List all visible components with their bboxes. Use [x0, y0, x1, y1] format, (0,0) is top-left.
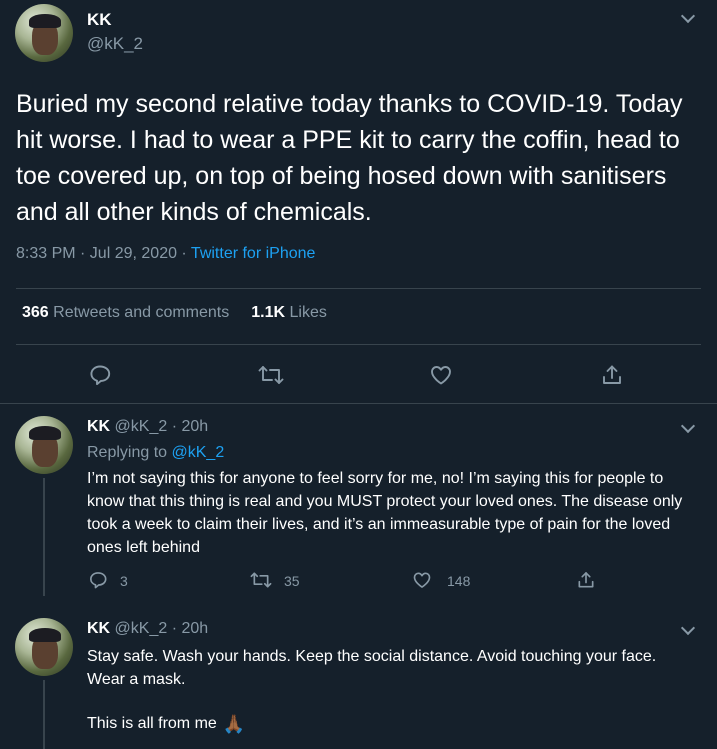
heart-icon[interactable] [429, 363, 453, 387]
likes-label: Likes [289, 304, 327, 321]
reply-count: 3 [120, 573, 128, 589]
reply-actions: 3 35 148 [0, 570, 717, 594]
chevron-down-icon[interactable] [680, 8, 696, 24]
handle-time[interactable]: @kK_2 · 20h [110, 418, 209, 435]
author-name[interactable]: KK [87, 620, 110, 637]
heart-icon[interactable] [412, 570, 432, 590]
reply-tweet[interactable]: KK @kK_2 · 20h Stay safe. Wash your hand… [0, 604, 717, 749]
divider [16, 288, 701, 289]
retweets-count: 366 [22, 304, 49, 321]
reply-icon[interactable] [88, 570, 108, 590]
avatar[interactable] [15, 416, 73, 474]
avatar[interactable] [15, 618, 73, 676]
tweet-source-link[interactable]: Twitter for iPhone [191, 245, 316, 262]
author-handle[interactable]: @kK_2 [87, 34, 143, 54]
reply-text: Stay safe. Wash your hands. Keep the soc… [87, 648, 657, 688]
reply-tweet[interactable]: KK @kK_2 · 20h Replying to @kK_2 I’m not… [0, 404, 717, 604]
reply-header: KK @kK_2 · 20h [87, 620, 208, 638]
reply-text: I’m not saying this for anyone to feel s… [87, 470, 683, 556]
handle-time[interactable]: @kK_2 · 20h [110, 620, 209, 637]
replying-to: Replying to @kK_2 [87, 444, 224, 462]
thread-line [43, 680, 45, 749]
like-count: 148 [447, 573, 471, 589]
tweet-actions [0, 356, 717, 396]
reply-text-closing: This is all from me [87, 715, 217, 732]
chevron-down-icon[interactable] [680, 418, 696, 434]
likes-stat[interactable]: 1.1K Likes [251, 304, 327, 321]
avatar[interactable] [15, 4, 73, 62]
folded-hands-emoji: 🙏🏾 [222, 714, 246, 734]
divider [16, 344, 701, 345]
retweet-count: 35 [284, 573, 300, 589]
author-name[interactable]: KK [87, 10, 112, 30]
chevron-down-icon[interactable] [680, 620, 696, 636]
tweet-thread: KK @kK_2 Buried my second relative today… [0, 0, 717, 749]
share-icon[interactable] [600, 363, 624, 387]
share-icon[interactable] [576, 570, 596, 590]
replying-prefix: Replying to [87, 444, 172, 461]
reply-text-line: This is all from me 🙏🏾 [87, 712, 697, 736]
main-tweet: KK @kK_2 Buried my second relative today… [0, 0, 717, 404]
retweets-stat[interactable]: 366 Retweets and comments [22, 304, 229, 321]
retweet-icon[interactable] [258, 363, 284, 387]
reply-icon[interactable] [88, 363, 112, 387]
tweet-text: Buried my second relative today thanks t… [16, 90, 683, 226]
replying-to-link[interactable]: @kK_2 [172, 444, 225, 461]
tweet-meta: 8:33 PM · Jul 29, 2020 · Twitter for iPh… [16, 245, 315, 263]
author-name[interactable]: KK [87, 418, 110, 435]
tweet-stats: 366 Retweets and comments 1.1K Likes [22, 304, 327, 322]
reply-header: KK @kK_2 · 20h [87, 418, 208, 436]
retweet-icon[interactable] [250, 570, 272, 590]
retweets-label: Retweets and comments [53, 304, 230, 321]
tweet-timestamp[interactable]: 8:33 PM · Jul 29, 2020 · [16, 245, 191, 262]
likes-count: 1.1K [251, 304, 286, 321]
